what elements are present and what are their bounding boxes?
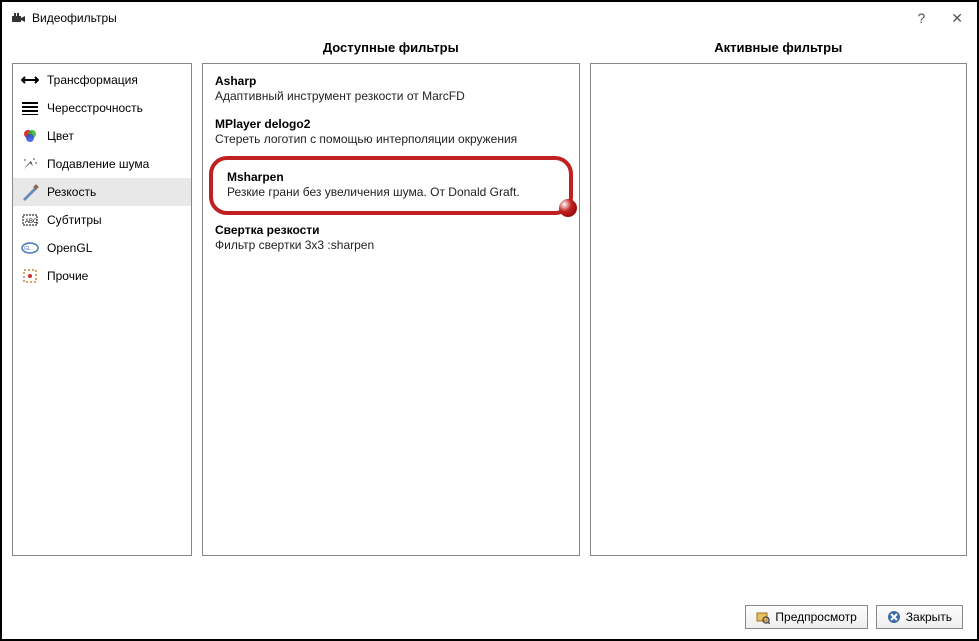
- preview-label: Предпросмотр: [775, 610, 856, 624]
- category-label: Прочие: [47, 269, 88, 283]
- filter-name: Msharpen: [227, 170, 555, 184]
- category-other[interactable]: Прочие: [13, 262, 191, 290]
- help-button[interactable]: ?: [911, 10, 931, 27]
- available-header: Доступные фильтры: [202, 34, 580, 63]
- category-transform[interactable]: Трансформация: [13, 66, 191, 94]
- filter-name: Свертка резкости: [215, 223, 567, 237]
- window-title: Видеофильтры: [32, 11, 117, 25]
- denoise-icon: [21, 155, 39, 173]
- filter-desc: Адаптивный инструмент резкости от MarcFD: [215, 89, 567, 103]
- category-opengl[interactable]: GL OpenGL: [13, 234, 191, 262]
- category-label: Цвет: [47, 129, 74, 143]
- other-icon: [21, 267, 39, 285]
- filter-name: MPlayer delogo2: [215, 117, 567, 131]
- filter-item-convolution[interactable]: Свертка резкости Фильтр свертки 3x3 :sha…: [203, 217, 579, 260]
- filter-name: Asharp: [215, 74, 567, 88]
- opengl-icon: GL: [21, 239, 39, 257]
- active-header: Активные фильтры: [590, 34, 968, 63]
- category-subtitles[interactable]: ABC Субтитры: [13, 206, 191, 234]
- active-column: Активные фильтры: [590, 34, 968, 556]
- app-icon: [10, 10, 26, 26]
- transform-icon: [21, 71, 39, 89]
- category-sharpness[interactable]: Резкость: [13, 178, 191, 206]
- category-color[interactable]: Цвет: [13, 122, 191, 150]
- filter-item-msharpen[interactable]: Msharpen Резкие грани без увеличения шум…: [209, 156, 573, 215]
- close-icon: [887, 610, 901, 624]
- filter-item-asharp[interactable]: Asharp Адаптивный инструмент резкости от…: [203, 68, 579, 111]
- categories-panel: Трансформация Чересстрочность Цвет: [12, 63, 192, 556]
- category-label: Трансформация: [47, 73, 138, 87]
- available-panel: Asharp Адаптивный инструмент резкости от…: [202, 63, 580, 556]
- active-panel: [590, 63, 968, 556]
- preview-button[interactable]: Предпросмотр: [745, 605, 867, 629]
- close-label: Закрыть: [906, 610, 952, 624]
- category-label: Подавление шума: [47, 157, 149, 171]
- close-button[interactable]: Закрыть: [876, 605, 963, 629]
- filter-desc: Фильтр свертки 3x3 :sharpen: [215, 238, 567, 252]
- close-window-button[interactable]: ✕: [945, 10, 969, 27]
- categories-header: [12, 34, 192, 63]
- category-label: OpenGL: [47, 241, 92, 255]
- category-label: Резкость: [47, 185, 96, 199]
- preview-icon: [756, 610, 770, 624]
- filter-desc: Резкие грани без увеличения шума. От Don…: [227, 185, 555, 199]
- sharpness-icon: [21, 183, 39, 201]
- svg-text:ABC: ABC: [25, 219, 38, 225]
- filter-desc: Стереть логотип с помощью интерполяции о…: [215, 132, 567, 146]
- available-filter-list: Asharp Адаптивный инструмент резкости от…: [203, 64, 579, 264]
- category-interlace[interactable]: Чересстрочность: [13, 94, 191, 122]
- subtitles-icon: ABC: [21, 211, 39, 229]
- titlebar: Видеофильтры ? ✕: [2, 2, 977, 34]
- main-content: Трансформация Чересстрочность Цвет: [2, 34, 977, 556]
- categories-list: Трансформация Чересстрочность Цвет: [13, 64, 191, 292]
- categories-column: Трансформация Чересстрочность Цвет: [12, 34, 192, 556]
- category-label: Субтитры: [47, 213, 102, 227]
- footer-buttons: Предпросмотр Закрыть: [745, 605, 963, 629]
- category-denoise[interactable]: Подавление шума: [13, 150, 191, 178]
- category-label: Чересстрочность: [47, 101, 143, 115]
- filter-item-delogo[interactable]: MPlayer delogo2 Стереть логотип с помощь…: [203, 111, 579, 154]
- available-column: Доступные фильтры Asharp Адаптивный инст…: [202, 34, 580, 556]
- active-filter-list: [591, 64, 967, 72]
- interlace-icon: [21, 99, 39, 117]
- svg-text:GL: GL: [24, 246, 31, 252]
- color-icon: [21, 127, 39, 145]
